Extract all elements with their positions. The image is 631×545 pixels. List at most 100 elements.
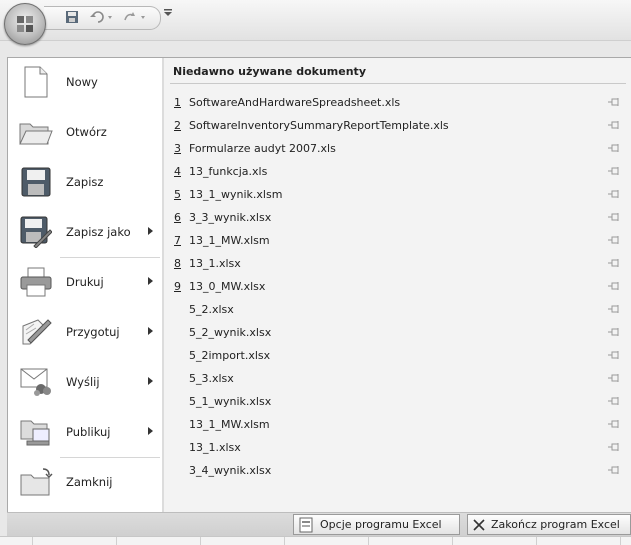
pin-icon[interactable] (608, 304, 622, 314)
pin-icon[interactable] (608, 258, 622, 268)
office-button[interactable] (4, 3, 46, 45)
recent-document-number: 7 (174, 233, 181, 247)
menu-item-label: Publikuj (66, 425, 111, 439)
recent-document-item[interactable]: 13_1.xlsx (174, 436, 626, 458)
recent-document-name: 13_funkcja.xls (189, 164, 268, 178)
submenu-arrow-icon (148, 327, 153, 335)
menu-item-label: Przygotuj (66, 325, 120, 339)
pin-icon[interactable] (608, 235, 622, 245)
exit-excel-button[interactable]: Zakończ program Excel (467, 514, 631, 535)
menu-divider (60, 457, 160, 458)
recent-document-item[interactable]: 4 13_funkcja.xls (174, 160, 626, 182)
pin-icon[interactable] (608, 143, 622, 153)
pin-icon[interactable] (608, 350, 622, 360)
menu-item-label: Wyślij (66, 375, 100, 389)
submenu-arrow-icon (148, 277, 153, 285)
menu-item-nowy[interactable]: Nowy (8, 60, 162, 104)
pin-icon[interactable] (608, 166, 622, 176)
excel-options-label: Opcje programu Excel (320, 518, 442, 531)
menu-item-otworz[interactable]: Otwórz (8, 110, 162, 154)
recent-document-item[interactable]: 6 3_3_wynik.xlsx (174, 206, 626, 228)
prepare-icon (16, 314, 56, 350)
menu-item-label: Zamknij (66, 475, 113, 489)
excel-options-button[interactable]: Opcje programu Excel (293, 514, 460, 535)
recent-document-name: 5_2import.xlsx (189, 348, 271, 362)
recent-document-name: 5_3.xlsx (189, 371, 234, 385)
pin-icon[interactable] (608, 373, 622, 383)
recent-document-number: 5 (174, 187, 181, 201)
pin-icon[interactable] (608, 465, 622, 475)
redo-icon[interactable] (120, 9, 150, 25)
menu-commands: Nowy Otwórz Zapisz Zapisz jako Drukuj Pr… (8, 58, 162, 513)
customize-qat-icon[interactable] (164, 9, 172, 20)
recent-documents-title: Niedawno używane dokumenty (173, 65, 366, 78)
submenu-arrow-icon (148, 377, 153, 385)
recent-document-number: 2 (174, 118, 181, 132)
recent-document-number: 6 (174, 210, 181, 224)
office-menu: Nowy Otwórz Zapisz Zapisz jako Drukuj Pr… (7, 57, 631, 514)
recent-document-name: 13_1_MW.xlsm (189, 233, 270, 247)
pin-icon[interactable] (608, 327, 622, 337)
pin-icon[interactable] (608, 419, 622, 429)
menu-item-publikuj[interactable]: Publikuj (8, 410, 162, 454)
menu-item-zapisz[interactable]: Zapisz (8, 160, 162, 204)
recent-document-name: 5_2_wynik.xlsx (189, 325, 272, 339)
recent-document-name: 13_1.xlsx (189, 440, 241, 454)
printer-icon (16, 264, 56, 300)
recent-document-item[interactable]: 9 13_0_MW.xlsx (174, 275, 626, 297)
pin-icon[interactable] (608, 396, 622, 406)
menu-bottom-bar: Opcje programu Excel Zakończ program Exc… (7, 512, 631, 537)
recent-document-name: 13_1_wynik.xlsm (189, 187, 283, 201)
menu-item-label: Drukuj (66, 275, 104, 289)
menu-item-zapisz-jako[interactable]: Zapisz jako (8, 210, 162, 254)
recent-document-item[interactable]: 5_1_wynik.xlsx (174, 390, 626, 412)
recent-document-item[interactable]: 7 13_1_MW.xlsm (174, 229, 626, 251)
send-icon (16, 364, 56, 400)
recent-document-name: 13_1.xlsx (189, 256, 241, 270)
recent-document-number: 3 (174, 141, 181, 155)
recent-document-number: 1 (174, 95, 181, 109)
menu-item-drukuj[interactable]: Drukuj (8, 260, 162, 304)
menu-item-wyslij[interactable]: Wyślij (8, 360, 162, 404)
menu-item-label: Zapisz (66, 175, 104, 189)
menu-item-przygotuj[interactable]: Przygotuj (8, 310, 162, 354)
recent-document-item[interactable]: 5_2import.xlsx (174, 344, 626, 366)
recent-document-item[interactable]: 5 13_1_wynik.xlsm (174, 183, 626, 205)
pin-icon[interactable] (608, 97, 622, 107)
pin-icon[interactable] (608, 281, 622, 291)
undo-icon[interactable] (88, 9, 116, 25)
options-icon (299, 517, 313, 532)
pin-icon[interactable] (608, 442, 622, 452)
pin-icon[interactable] (608, 120, 622, 130)
recent-document-name: SoftwareInventorySummaryReportTemplate.x… (189, 118, 449, 132)
recent-document-name: 5_2.xlsx (189, 302, 234, 316)
recent-document-item[interactable]: 5_2_wynik.xlsx (174, 321, 626, 343)
menu-item-zamknij[interactable]: Zamknij (8, 460, 162, 504)
recent-document-name: 5_1_wynik.xlsx (189, 394, 272, 408)
submenu-arrow-icon (148, 427, 153, 435)
recent-document-name: 3_4_wynik.xlsx (189, 463, 272, 477)
recent-documents-panel: Niedawno używane dokumenty 1 SoftwareAndH… (164, 58, 631, 513)
pin-icon[interactable] (608, 189, 622, 199)
open-folder-icon (16, 114, 56, 150)
recent-document-item[interactable]: 13_1_MW.xlsm (174, 413, 626, 435)
save-icon[interactable] (64, 9, 80, 25)
publish-icon (16, 414, 56, 450)
recent-document-item[interactable]: 8 13_1.xlsx (174, 252, 626, 274)
recent-document-name: SoftwareAndHardwareSpreadsheet.xls (189, 95, 401, 109)
title-bar (0, 0, 631, 45)
recent-document-number: 9 (174, 279, 181, 293)
recent-document-item[interactable]: 5_2.xlsx (174, 298, 626, 320)
recent-document-item[interactable]: 2 SoftwareInventorySummaryReportTemplate.… (174, 114, 626, 136)
recent-document-item[interactable]: 3 Formularze audyt 2007.xls (174, 137, 626, 159)
recent-title-divider (170, 83, 626, 84)
menu-item-label: Otwórz (66, 125, 107, 139)
pin-icon[interactable] (608, 212, 622, 222)
recent-document-item[interactable]: 5_3.xlsx (174, 367, 626, 389)
recent-document-name: Formularze audyt 2007.xls (189, 141, 336, 155)
menu-item-label: Nowy (66, 75, 98, 89)
recent-document-item[interactable]: 3_4_wynik.xlsx (174, 459, 626, 481)
exit-excel-label: Zakończ program Excel (491, 518, 620, 531)
recent-document-item[interactable]: 1 SoftwareAndHardwareSpreadsheet.xls (174, 91, 626, 113)
recent-document-name: 13_0_MW.xlsx (189, 279, 266, 293)
